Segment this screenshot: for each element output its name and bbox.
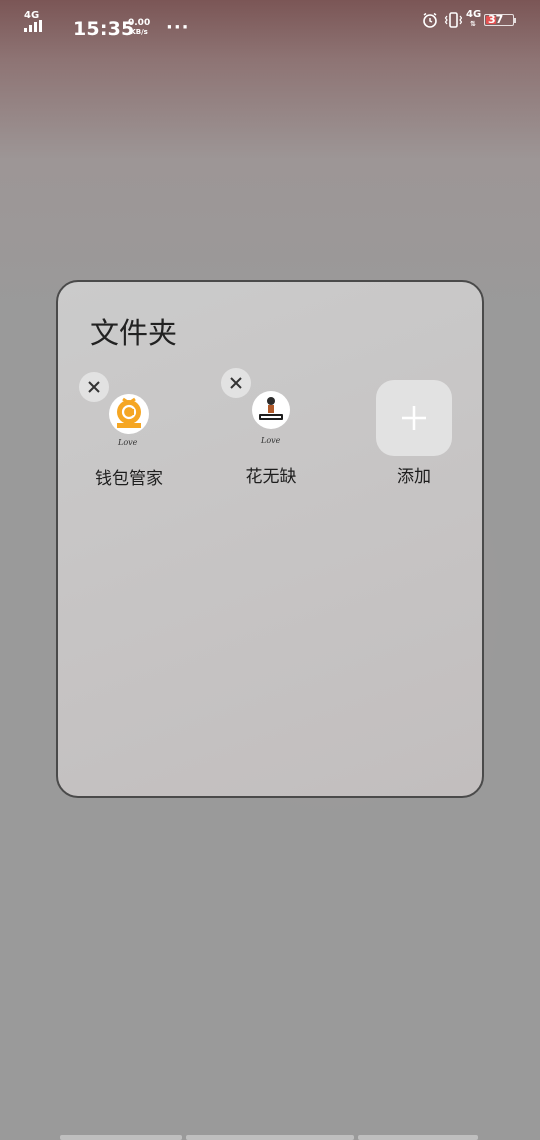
close-icon	[88, 381, 100, 393]
app-label: 花无缺	[245, 467, 297, 487]
add-app-button[interactable]	[376, 380, 452, 456]
alarm-icon	[423, 12, 437, 28]
network-type-right: 4G	[466, 9, 482, 20]
wallet-logo-icon	[117, 397, 141, 428]
more-notifications-icon: ···	[166, 17, 190, 38]
network-speed: 0.00 KB/s	[128, 19, 150, 37]
signal-icon	[24, 20, 42, 32]
folder-panel: 文件夹 Love 钱包管家 Love 花无缺 添加	[56, 280, 484, 798]
data-arrows-icon: ⇅	[470, 20, 476, 28]
app-wallet[interactable]: Love 钱包管家	[74, 372, 184, 494]
app-label: 钱包管家	[95, 469, 163, 489]
app-caption: Love	[261, 436, 281, 445]
close-icon	[230, 377, 242, 389]
app-caption: Love	[118, 438, 138, 447]
remove-app-button[interactable]	[221, 368, 251, 398]
huawuque-logo-icon	[259, 397, 283, 420]
add-label[interactable]: 添加	[359, 462, 469, 487]
battery-cap	[514, 18, 516, 23]
status-bar: 4G 15:35 0.00 KB/s ··· 4G ⇅ 37	[0, 0, 540, 40]
vibrate-icon	[444, 12, 462, 28]
wallet-app-icon[interactable]	[109, 394, 149, 434]
plus-icon	[402, 406, 426, 430]
battery-level: 37	[488, 13, 504, 26]
remove-app-button[interactable]	[79, 372, 109, 402]
app-huawuque[interactable]: Love 花无缺	[216, 368, 326, 494]
dock-divider	[60, 1135, 182, 1140]
speed-unit: KB/s	[130, 28, 148, 36]
dock-divider	[358, 1135, 478, 1140]
clock: 15:35	[73, 18, 135, 40]
huawuque-app-icon[interactable]	[252, 391, 290, 429]
dock-divider	[186, 1135, 354, 1140]
speed-value: 0.00	[128, 18, 151, 28]
folder-title[interactable]: 文件夹	[90, 310, 177, 352]
status-right: 4G ⇅ 37	[422, 9, 518, 32]
